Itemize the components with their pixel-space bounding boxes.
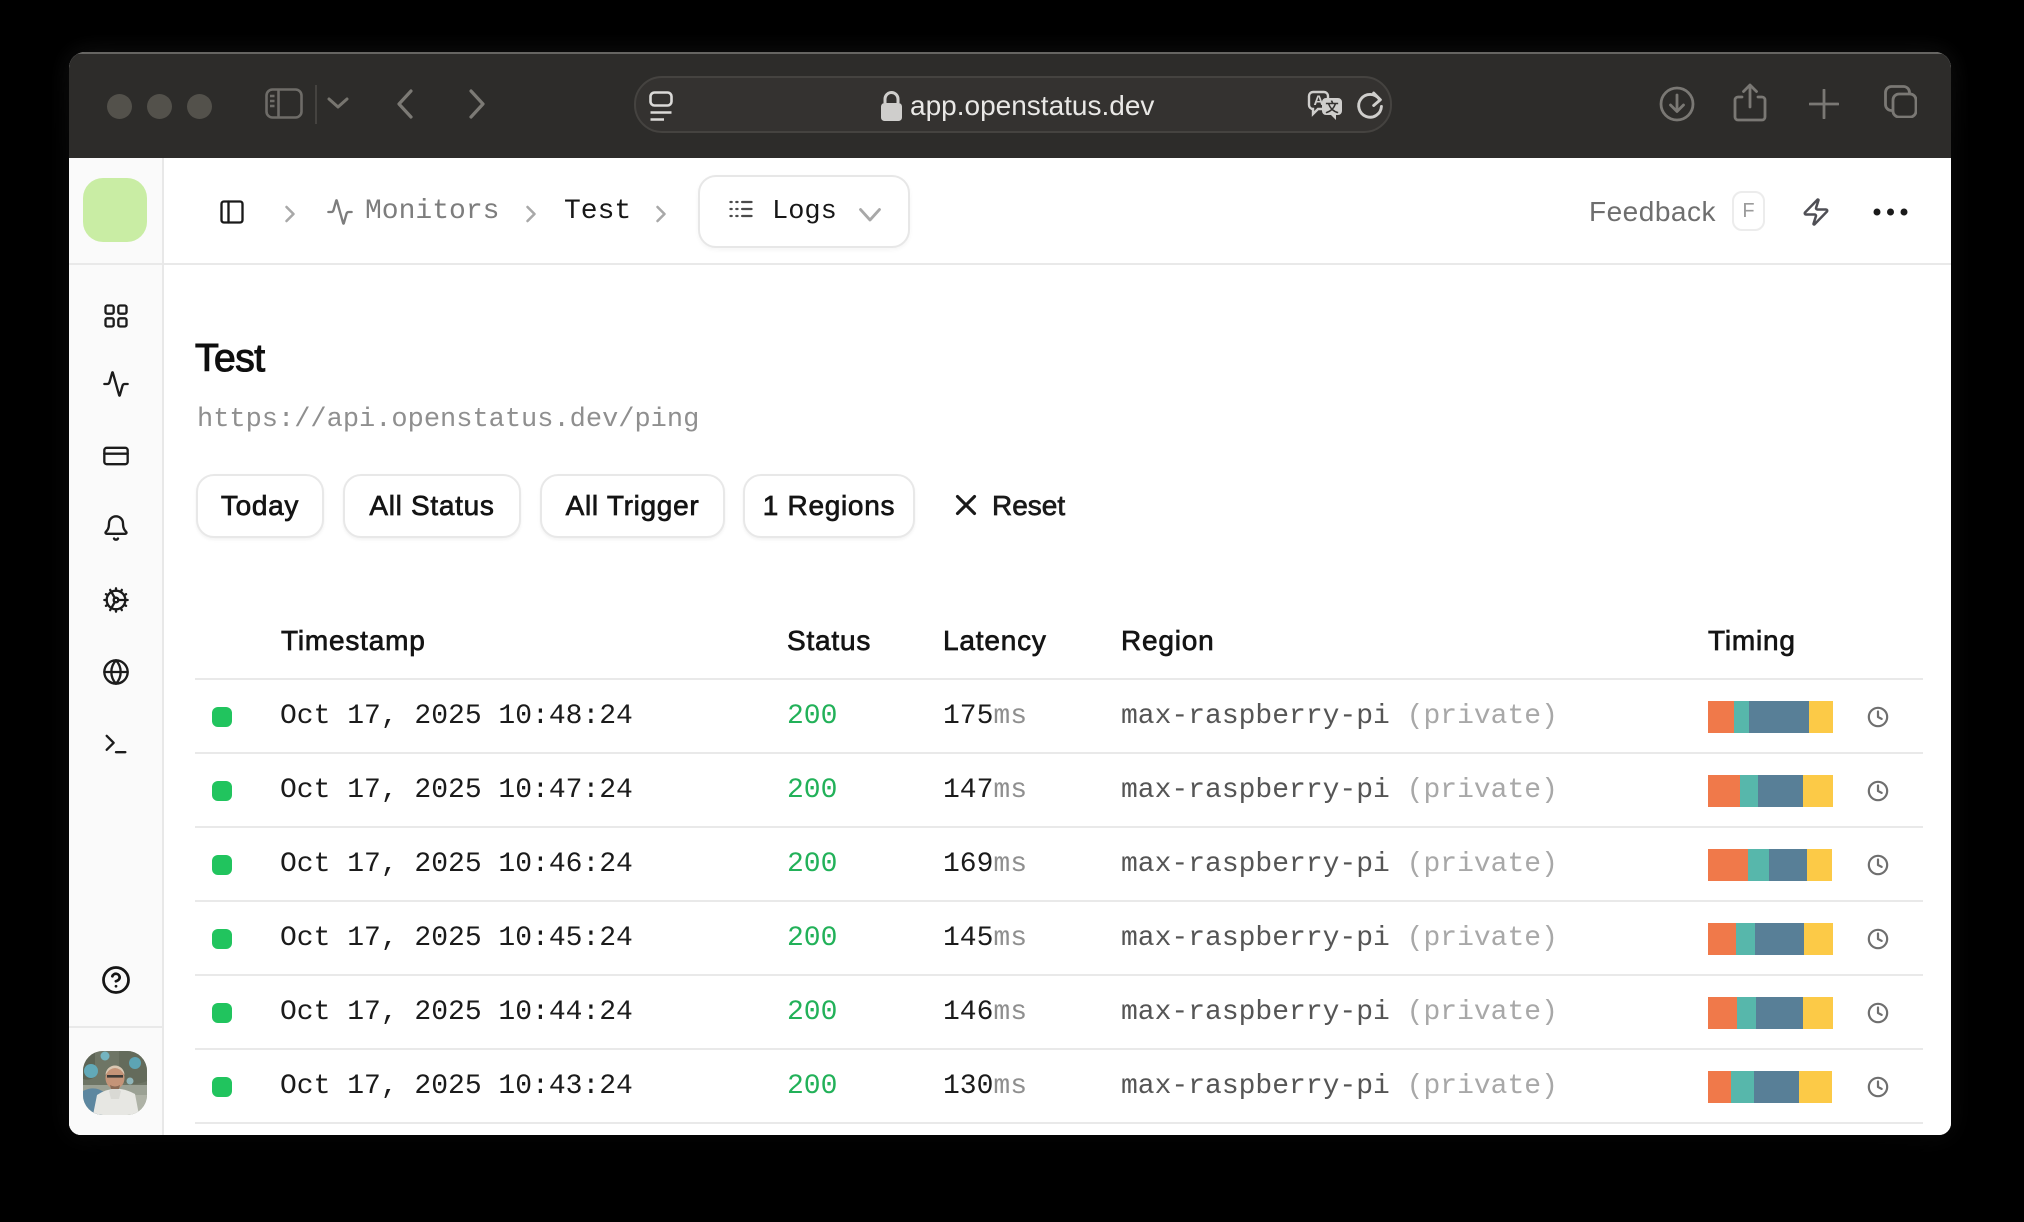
svg-text:文: 文 — [1325, 100, 1339, 115]
